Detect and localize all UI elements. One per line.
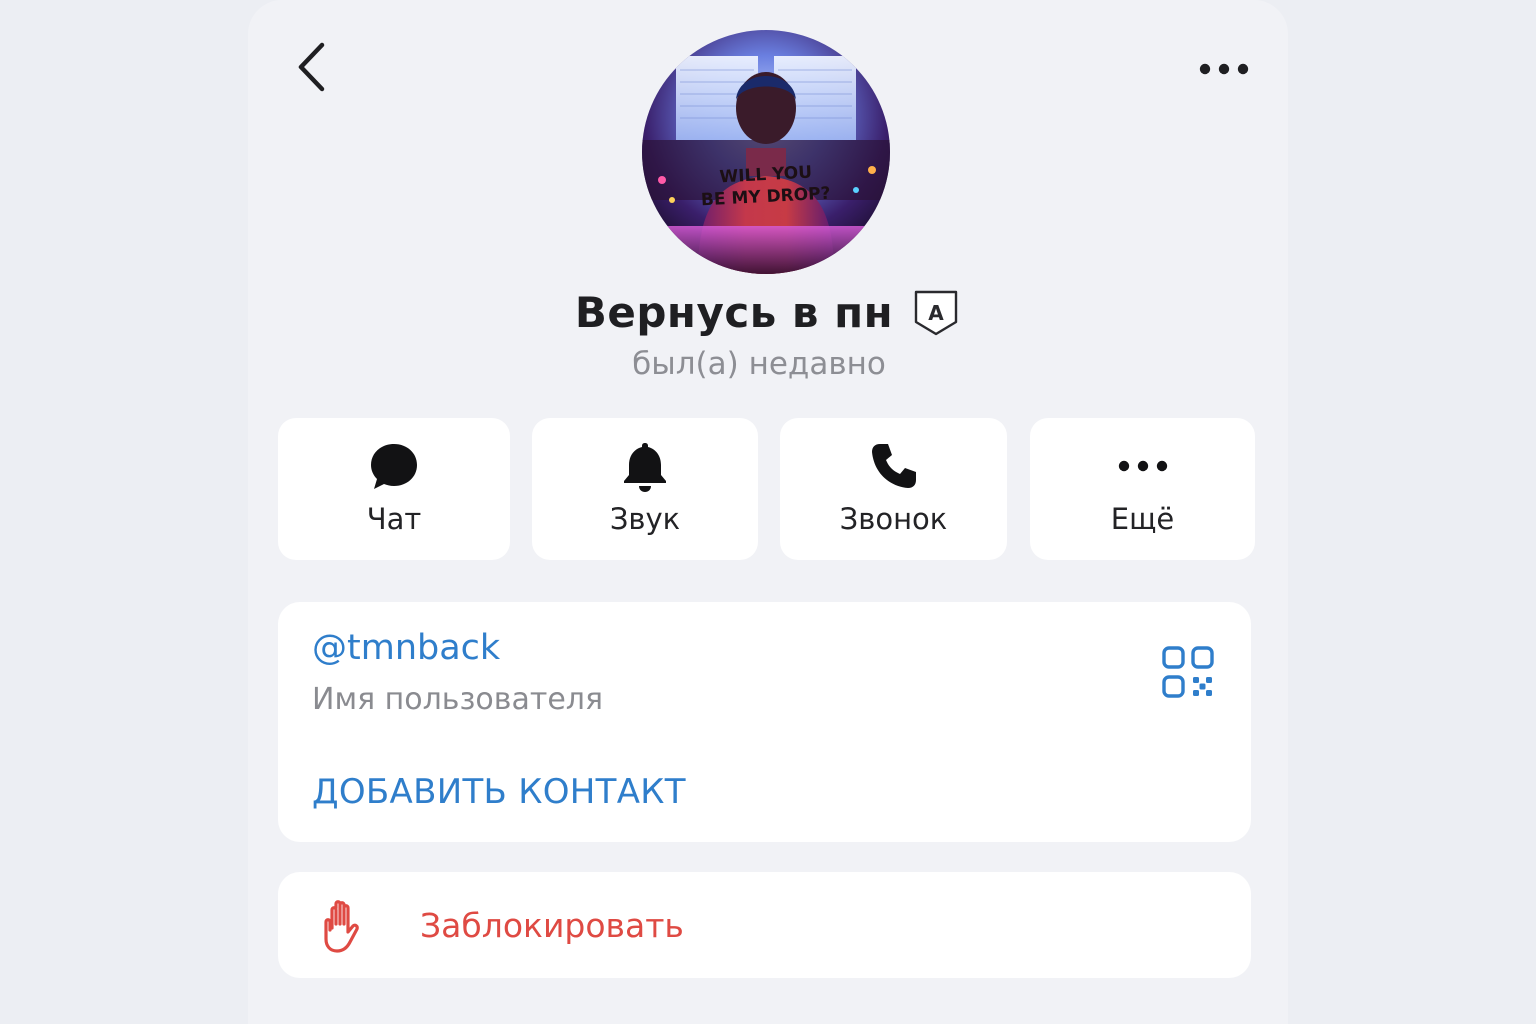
profile-name: Вернусь в пн: [574, 287, 894, 337]
sound-button-label: Звук: [609, 502, 681, 536]
chat-button-label: Чат: [366, 502, 422, 536]
info-card: @tmnback Имя пользователя ДОБАВИТЬ КОНТА…: [278, 602, 1251, 842]
qr-code-button[interactable]: [1158, 642, 1220, 704]
badge-letter: A: [928, 301, 944, 325]
qr-code-icon: [1162, 646, 1214, 698]
hand-stop-icon: [324, 900, 359, 953]
more-horizontal-icon: [1199, 63, 1249, 75]
block-user-label: Заблокировать: [420, 906, 684, 945]
call-button[interactable]: Звонок: [780, 418, 1007, 560]
bell-icon: [624, 443, 666, 492]
profile-name-row: Вернусь в пн A: [0, 282, 1536, 342]
block-user-button[interactable]: Заблокировать: [278, 872, 1251, 978]
call-button-label: Звонок: [839, 502, 948, 536]
avatar-image: WILL YOU BE MY DROP?: [642, 30, 890, 274]
chat-bubble-icon: [371, 444, 417, 489]
add-contact-button[interactable]: ДОБАВИТЬ КОНТАКТ: [312, 772, 686, 812]
more-actions-button[interactable]: Ещё: [1030, 418, 1255, 560]
more-options-button[interactable]: [1190, 48, 1258, 90]
shield-badge-icon: A: [914, 290, 958, 336]
more-actions-button-label: Ещё: [1110, 502, 1175, 536]
username-caption: Имя пользователя: [312, 682, 604, 717]
phone-icon: [871, 444, 916, 488]
sound-button[interactable]: Звук: [532, 418, 758, 560]
more-horizontal-icon: [1118, 460, 1167, 472]
back-button[interactable]: [286, 36, 338, 98]
username-link[interactable]: @tmnback: [312, 628, 500, 668]
profile-page: WILL YOU BE MY DROP? Вернусь в пн A был(…: [0, 0, 1536, 1024]
avatar[interactable]: WILL YOU BE MY DROP?: [642, 30, 890, 274]
last-seen-status: был(а) недавно: [632, 346, 886, 382]
chevron-left-icon: [298, 42, 325, 92]
chat-button[interactable]: Чат: [278, 418, 510, 560]
